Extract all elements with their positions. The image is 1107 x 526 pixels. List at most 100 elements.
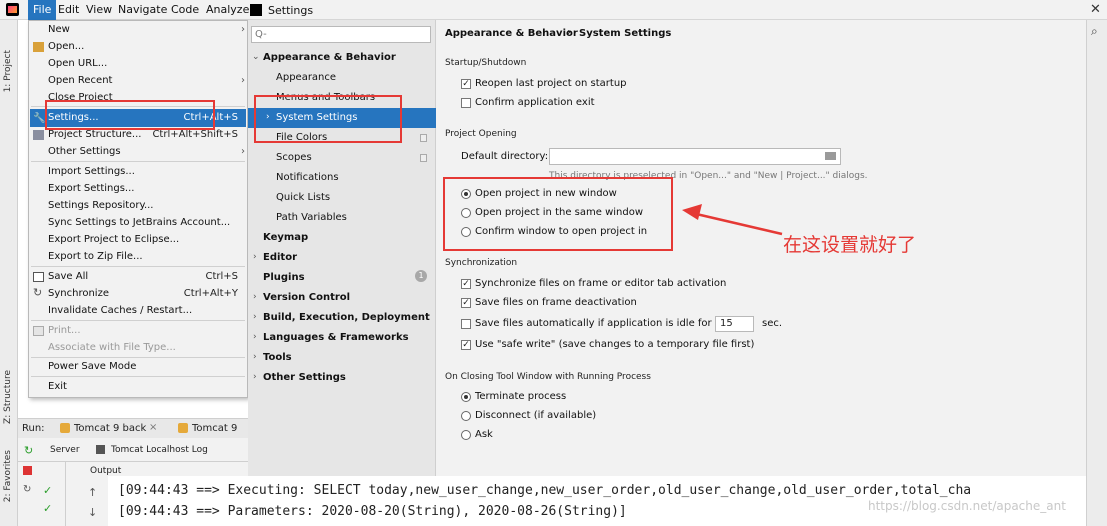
scroll-down-icon[interactable]: ↓ [88,506,97,519]
safe-write-checkbox[interactable]: ✓ [461,340,471,350]
radio-terminate-label: Terminate process [475,391,567,402]
menu-item-power-save[interactable]: Power Save Mode [48,361,136,372]
menu-item-export-settings[interactable]: Export Settings... [48,183,134,194]
expand-arrow-icon[interactable]: › [253,372,257,382]
expand-arrow-icon[interactable]: › [253,292,257,302]
menu-separator [31,266,245,267]
annotation-box-project-opening [443,177,673,251]
confirm-exit-label: Confirm application exit [475,97,595,108]
menu-separator [31,376,245,377]
print-icon [33,326,44,336]
sync-icon: ↻ [33,286,43,299]
tree-item-languages[interactable]: Languages & Frameworks [263,332,409,343]
restart-icon[interactable]: ↻ [23,484,31,495]
menu-item-open[interactable]: Open... [48,41,84,52]
annotation-box-settings [45,100,215,130]
menu-code[interactable]: Code [171,3,199,16]
tree-item-quick-lists[interactable]: Quick Lists [276,192,330,203]
menu-item-invalidate-caches[interactable]: Invalidate Caches / Restart... [48,305,192,316]
menu-item-exit[interactable]: Exit [48,381,67,392]
confirm-exit-checkbox[interactable] [461,98,471,108]
section-closing: On Closing Tool Window with Running Proc… [445,372,651,382]
menu-edit[interactable]: Edit [58,3,79,16]
close-tab-icon[interactable]: × [149,422,157,433]
menu-item-synchronize[interactable]: Synchronize [48,288,109,299]
safe-write-label: Use "safe write" (save changes to a temp… [475,339,755,350]
expand-arrow-icon[interactable]: › [253,252,257,262]
tree-item-path-variables[interactable]: Path Variables [276,212,347,223]
close-icon[interactable]: ✕ [1090,2,1101,17]
project-tool-tab[interactable]: 1: Project [3,50,13,92]
expand-arrow-icon[interactable]: › [253,352,257,362]
submenu-arrow-icon: › [241,146,245,157]
menu-item-import-settings[interactable]: Import Settings... [48,166,135,177]
subtab-server[interactable]: Server [50,445,80,455]
expand-arrow-icon[interactable]: › [253,312,257,322]
deploy-icon[interactable]: ✓ [43,484,52,497]
menu-item-save-all[interactable]: Save All [48,271,88,282]
menu-view[interactable]: View [86,3,112,16]
dialog-title: Settings [268,4,314,17]
console-line: [09:44:43 ==> Executing: SELECT today,ne… [118,483,972,498]
subtab-localhost-log[interactable]: Tomcat Localhost Log [111,445,208,455]
radio-disconnect[interactable] [461,411,471,421]
tree-item-notifications[interactable]: Notifications [276,172,339,183]
tree-item-scopes[interactable]: Scopes [276,152,312,163]
tree-item-appearance-behavior[interactable]: Appearance & Behavior [263,52,396,63]
menu-item-export-zip[interactable]: Export to Zip File... [48,251,143,262]
menu-item-open-url[interactable]: Open URL... [48,58,107,69]
radio-terminate[interactable] [461,392,471,402]
settings-search-input[interactable]: Q- [251,26,431,43]
tree-item-appearance[interactable]: Appearance [276,72,336,83]
tree-item-editor[interactable]: Editor [263,252,297,263]
menu-item-other-settings[interactable]: Other Settings [48,146,121,157]
menu-item-open-recent[interactable]: Open Recent [48,75,112,86]
tree-item-version-control[interactable]: Version Control [263,292,350,303]
default-directory-input[interactable] [549,148,841,165]
save-idle-checkbox[interactable] [461,319,471,329]
expand-arrow-icon[interactable]: ⌄ [252,52,260,62]
menu-item-export-eclipse[interactable]: Export Project to Eclipse... [48,234,179,245]
tree-item-tools[interactable]: Tools [263,352,292,363]
folder-icon[interactable] [825,152,836,160]
menu-item-print[interactable]: Print... [48,325,81,336]
deploy-all-icon[interactable]: ✓ [43,502,52,515]
menu-item-settings-repository[interactable]: Settings Repository... [48,200,153,211]
menu-file[interactable]: File [28,0,57,20]
favorites-tool-tab[interactable]: 2: Favorites [3,450,13,502]
save-deactivation-checkbox[interactable]: ✓ [461,298,471,308]
run-tab-tomcat[interactable]: Tomcat 9 [192,423,237,434]
breadcrumb-separator: › [567,27,571,38]
stop-icon[interactable] [23,466,32,475]
scroll-up-icon[interactable]: ↑ [88,486,97,499]
left-tool-strip: 1: Project Z: Structure 2: Favorites [0,20,18,526]
console-line: [09:44:43 ==> Parameters: 2020-08-20(Str… [118,504,627,519]
menu-item-sync-settings[interactable]: Sync Settings to JetBrains Account... [48,217,230,228]
log-icon [96,445,105,454]
search-icon[interactable]: ⌕ [1091,24,1098,39]
tree-item-build-execution[interactable]: Build, Execution, Deployment [263,312,430,323]
sync-frame-checkbox[interactable]: ✓ [461,279,471,289]
tree-item-other-settings[interactable]: Other Settings [263,372,346,383]
reopen-checkbox[interactable]: ✓ [461,79,471,89]
submenu-arrow-icon: › [241,75,245,86]
tree-item-keymap[interactable]: Keymap [263,232,308,243]
breadcrumb-parent[interactable]: Appearance & Behavior [445,28,578,39]
tree-item-plugins[interactable]: Plugins [263,272,305,283]
menu-item-project-structure[interactable]: Project Structure... [48,129,141,140]
menu-navigate[interactable]: Navigate [118,3,167,16]
menu-item-new[interactable]: New [48,24,70,35]
section-synchronization: Synchronization [445,258,518,268]
menu-analyze[interactable]: Analyze [206,3,249,16]
reopen-label: Reopen last project on startup [475,78,627,89]
idle-unit: sec. [762,318,783,329]
structure-tool-tab[interactable]: Z: Structure [3,370,13,424]
expand-arrow-icon[interactable]: › [253,332,257,342]
menu-item-associate-file-type[interactable]: Associate with File Type... [48,342,176,353]
project-scope-icon [420,134,427,142]
idle-seconds-input[interactable]: 15 [715,316,754,332]
annotation-arrow-icon [682,204,783,236]
rerun-icon[interactable]: ↻ [24,444,33,457]
run-tab-tomcat-back[interactable]: Tomcat 9 back [74,423,146,434]
radio-ask[interactable] [461,430,471,440]
